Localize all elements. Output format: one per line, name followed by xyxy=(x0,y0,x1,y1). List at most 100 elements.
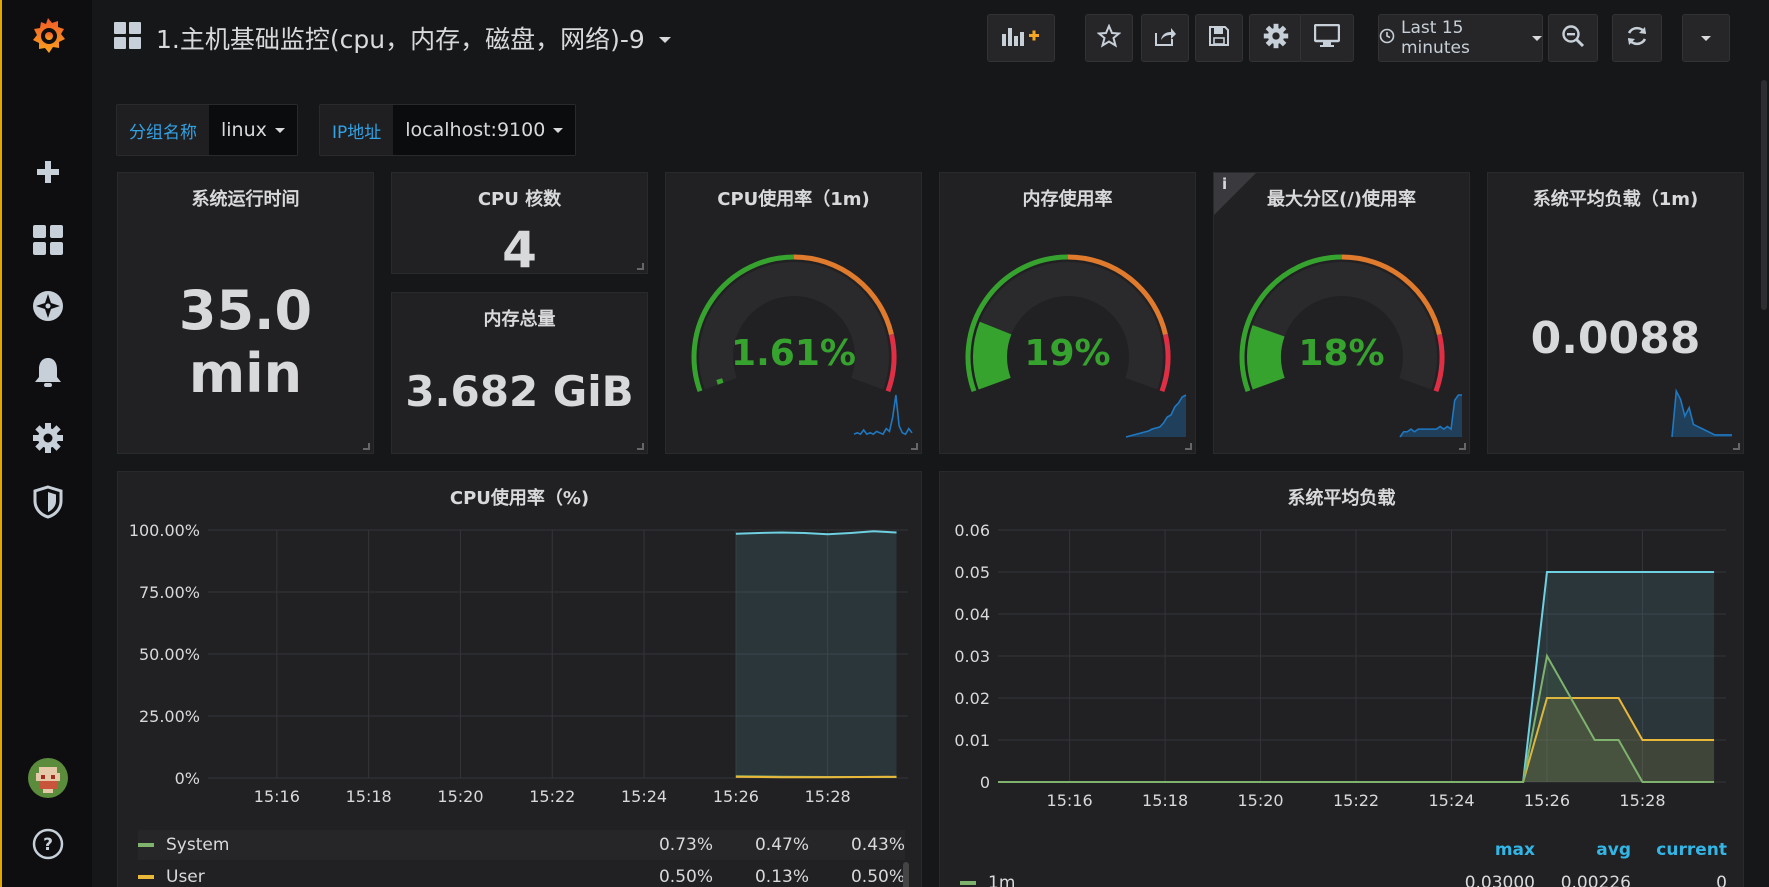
legend-name: 1m xyxy=(988,873,1016,887)
panel-memory-usage[interactable]: 内存使用率 19% xyxy=(939,172,1196,454)
panel-uptime[interactable]: 系统运行时间 35.0 min xyxy=(117,172,374,454)
cpu-usage-chart[interactable]: 0% 25.00% 50.00% 75.00% 100.00% 15:16 15:18 15:… xyxy=(118,472,923,832)
y-tick-label: 25.00% xyxy=(139,707,200,726)
chevron-down-icon xyxy=(274,127,285,133)
add-panel-button[interactable] xyxy=(987,14,1055,62)
time-range-label: Last 15 minutes xyxy=(1401,18,1470,58)
panel-title[interactable]: 内存总量 xyxy=(392,305,647,331)
legend-header-max[interactable]: max xyxy=(1439,840,1535,860)
explore-compass-icon[interactable] xyxy=(26,284,70,328)
panel-title[interactable]: 系统运行时间 xyxy=(118,185,373,211)
y-tick-label: 0 xyxy=(980,773,990,792)
grafana-logo-icon[interactable] xyxy=(26,14,70,58)
avatar[interactable] xyxy=(26,756,70,800)
legend-header-avg[interactable]: avg xyxy=(1535,840,1631,860)
page-scrollbar[interactable] xyxy=(1761,80,1767,310)
sparkline-fill xyxy=(1672,391,1732,437)
legend-value: 0.50% xyxy=(658,867,713,887)
help-icon[interactable]: ? xyxy=(26,822,70,866)
tv-mode-button[interactable] xyxy=(1300,14,1354,62)
panel-memory-total[interactable]: 内存总量 3.682 GiB xyxy=(391,292,648,454)
legend-row[interactable]: System 0.73% 0.47% 0.43% xyxy=(138,830,905,860)
y-tick-label: 0.03 xyxy=(954,647,990,666)
resize-handle[interactable] xyxy=(637,443,644,450)
panel-cpu-graph[interactable]: CPU使用率（%) 0% 25.00% 50.00% 75.00% 100.00% 15:… xyxy=(117,471,922,887)
star-icon xyxy=(1096,23,1122,52)
variable-dropdown[interactable]: localhost:9100 xyxy=(393,105,576,155)
x-tick-label: 15:28 xyxy=(1619,791,1665,810)
legend-scrollbar[interactable] xyxy=(903,862,909,887)
zoom-out-button[interactable] xyxy=(1548,14,1598,62)
x-tick-label: 15:28 xyxy=(805,787,851,806)
zoom-out-icon xyxy=(1561,24,1585,52)
save-icon xyxy=(1208,25,1230,51)
refresh-button[interactable] xyxy=(1612,14,1662,62)
dashboards-icon[interactable] xyxy=(26,218,70,262)
resize-handle[interactable] xyxy=(1185,443,1192,450)
stat-value: 3.682 GiB xyxy=(405,367,634,416)
panel-load-graph[interactable]: 系统平均负载 0 0.01 0.02 0.03 0.04 0.05 0.06 15:16 15:… xyxy=(939,471,1744,887)
variable-value: localhost:9100 xyxy=(405,119,546,141)
bell-icon[interactable] xyxy=(26,350,70,394)
panel-load-1m[interactable]: 系统平均负载（1m) 0.0088 xyxy=(1487,172,1744,454)
gauge-value: 1.61% xyxy=(731,333,856,374)
y-tick-label: 75.00% xyxy=(139,583,200,602)
sidebar: ? xyxy=(0,0,92,887)
refresh-interval-dropdown[interactable] xyxy=(1682,14,1730,62)
legend-value: 0.43% xyxy=(850,835,905,855)
x-tick-label: 15:26 xyxy=(1524,791,1570,810)
legend-name: System xyxy=(166,835,230,855)
chevron-down-icon xyxy=(1532,35,1542,41)
variable-dropdown[interactable]: linux xyxy=(209,105,297,155)
save-button[interactable] xyxy=(1195,14,1243,62)
star-button[interactable] xyxy=(1085,14,1133,62)
resize-handle[interactable] xyxy=(1733,443,1740,450)
x-tick-label: 15:16 xyxy=(1047,791,1093,810)
shield-icon[interactable] xyxy=(26,480,70,524)
x-tick-label: 15:20 xyxy=(1238,791,1284,810)
legend-swatch xyxy=(960,881,976,885)
legend-value: 0.13% xyxy=(754,867,809,887)
resize-handle[interactable] xyxy=(1459,443,1466,450)
y-tick-label: 50.00% xyxy=(139,645,200,664)
gauge-chart xyxy=(1239,254,1462,438)
resize-handle[interactable] xyxy=(637,263,644,270)
panel-disk-usage[interactable]: i 最大分区(/)使用率 18% xyxy=(1213,172,1470,454)
dashboard-title[interactable]: 1.主机基础监控(cpu，内存，磁盘，网络)-9 xyxy=(156,20,645,56)
resize-handle[interactable] xyxy=(911,443,918,450)
refresh-icon xyxy=(1625,24,1649,52)
variable-label: 分组名称 xyxy=(117,105,209,155)
sparkline-line xyxy=(853,394,913,436)
legend-header-current[interactable]: current xyxy=(1631,840,1727,860)
gear-icon[interactable] xyxy=(26,416,70,460)
resize-handle[interactable] xyxy=(363,443,370,450)
series-area-idle xyxy=(735,531,897,778)
dashboard-settings-button[interactable] xyxy=(1249,14,1303,62)
top-navbar: 1.主机基础监控(cpu，内存，磁盘，网络)-9 Last 15 minutes xyxy=(92,0,1769,78)
share-icon xyxy=(1153,24,1177,52)
legend-row[interactable]: User 0.50% 0.13% 0.50% xyxy=(138,862,905,887)
gauge-chart xyxy=(965,254,1187,438)
panel-cpu-cores[interactable]: CPU 核数 4 xyxy=(391,172,648,279)
gauge-chart xyxy=(691,254,913,436)
variable-value: linux xyxy=(221,119,267,141)
share-button[interactable] xyxy=(1141,14,1189,62)
legend-value: 0.00226 xyxy=(1560,873,1631,887)
time-range-picker[interactable]: Last 15 minutes xyxy=(1378,14,1543,62)
legend-value: 0.03000 xyxy=(1464,873,1535,887)
load-average-chart[interactable]: 0 0.01 0.02 0.03 0.04 0.05 0.06 15:16 15:18 15:20… xyxy=(940,472,1745,832)
dashboard-picker[interactable]: 1.主机基础监控(cpu，内存，磁盘，网络)-9 xyxy=(114,18,671,58)
legend-row[interactable]: 1m 0.03000 0.00226 0 xyxy=(960,868,1727,887)
grafana-app: ? 1.主机基础监控(cpu，内存，磁盘，网络)-9 Last 15 minut… xyxy=(0,0,1769,887)
x-tick-label: 15:16 xyxy=(254,787,300,806)
x-tick-label: 15:18 xyxy=(346,787,392,806)
y-tick-label: 0% xyxy=(175,769,200,788)
panel-title[interactable]: CPU 核数 xyxy=(392,185,647,211)
x-tick-label: 15:18 xyxy=(1142,791,1188,810)
plus-icon[interactable] xyxy=(26,150,70,194)
y-tick-label: 0.01 xyxy=(954,731,990,750)
x-tick-label: 15:24 xyxy=(1428,791,1474,810)
panel-cpu-usage-1m[interactable]: CPU使用率（1m) 1.61% xyxy=(665,172,922,454)
svg-text:?: ? xyxy=(43,835,53,855)
legend-value: 0.47% xyxy=(754,835,809,855)
